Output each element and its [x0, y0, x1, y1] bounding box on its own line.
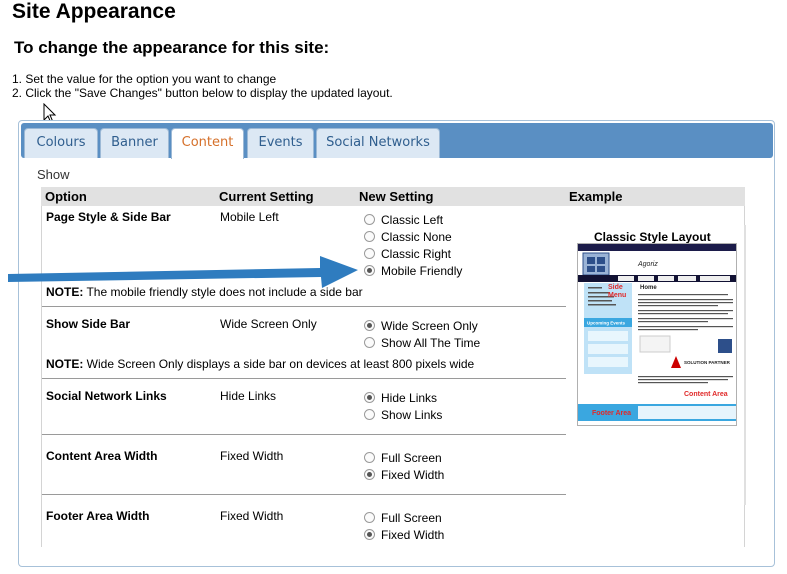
page-subtitle: To change the appearance for this site:: [14, 38, 330, 57]
radio-label: Wide Screen Only: [381, 319, 478, 333]
scrollbar[interactable]: [744, 225, 746, 505]
radio-full-screen[interactable]: Full Screen: [364, 451, 442, 467]
radio-classic-none[interactable]: Classic None: [364, 230, 452, 246]
radio-label: Fixed Width: [381, 528, 445, 542]
preview-footer-area-label: Footer Area: [592, 410, 631, 417]
preview-home-label: Home: [640, 285, 657, 291]
note-text: Wide Screen Only displays a side bar on …: [83, 357, 475, 371]
example-title: Classic Style Layout: [594, 230, 711, 244]
header-current-setting: Current Setting: [219, 189, 314, 204]
option-label: Social Network Links: [46, 389, 167, 403]
tab-colours[interactable]: Colours: [24, 128, 98, 158]
appearance-panel: Colours Banner Content Events Social Net…: [18, 120, 775, 567]
radio-label: Full Screen: [381, 451, 442, 465]
radio-label: Classic None: [381, 230, 452, 244]
current-setting: Hide Links: [220, 389, 277, 403]
radio-circle[interactable]: [364, 469, 375, 481]
preview-partner-label: SOLUTION PARTNER: [684, 360, 731, 365]
page-title: Site Appearance: [12, 0, 176, 23]
radio-fixed-width[interactable]: Fixed Width: [364, 468, 444, 484]
preview-content-area-label: Content Area: [684, 391, 728, 398]
tab-banner[interactable]: Banner: [100, 128, 169, 158]
option-label: Footer Area Width: [46, 509, 150, 523]
radio-full-screen[interactable]: Full Screen: [364, 511, 442, 527]
radio-circle[interactable]: [364, 231, 375, 243]
table-row: Show Side Bar Wide Screen Only Wide Scre…: [42, 307, 566, 379]
preview-side-label: Side: [608, 284, 623, 291]
option-label: Content Area Width: [46, 449, 158, 463]
header-option: Option: [45, 189, 87, 204]
option-label: Page Style & Side Bar: [46, 210, 171, 224]
radio-hide-links[interactable]: Hide Links: [364, 391, 437, 407]
radio-show-links[interactable]: Show Links: [364, 408, 442, 424]
radio-circle[interactable]: [364, 320, 375, 332]
radio-mobile-friendly[interactable]: Mobile Friendly: [364, 264, 462, 280]
radio-label: Classic Right: [381, 247, 452, 261]
option-label: Show Side Bar: [46, 317, 131, 331]
preview-upcoming-label: Upcoming Events: [587, 321, 626, 326]
radio-circle[interactable]: [364, 452, 375, 464]
table-row: Footer Area Width Fixed Width Full Scree…: [42, 495, 566, 547]
radio-label: Show All The Time: [381, 336, 481, 350]
tab-events[interactable]: Events: [247, 128, 314, 158]
radio-circle[interactable]: [364, 265, 375, 277]
radio-show-all-the-time[interactable]: Show All The Time: [364, 336, 480, 352]
pointer-arrow-icon: [8, 256, 358, 288]
radio-circle[interactable]: [364, 529, 375, 541]
radio-circle[interactable]: [364, 392, 375, 404]
current-setting: Mobile Left: [220, 210, 279, 224]
current-setting: Fixed Width: [220, 449, 284, 463]
radio-circle[interactable]: [364, 512, 375, 524]
radio-label: Show Links: [381, 408, 443, 422]
radio-label: Fixed Width: [381, 468, 445, 482]
svg-text:Agoriz: Agoriz: [637, 261, 658, 268]
row-note: NOTE: Wide Screen Only displays a side b…: [46, 357, 474, 371]
preview-menu-label: Menu: [608, 292, 626, 299]
instructions: 1. Set the value for the option you want…: [12, 72, 393, 100]
radio-classic-right[interactable]: Classic Right: [364, 247, 451, 263]
layout-preview-graphic: Agoriz Side Menu Home Upcoming Events SO…: [578, 244, 736, 425]
radio-circle[interactable]: [364, 409, 375, 421]
header-new-setting: New Setting: [359, 189, 434, 204]
tab-social-networks[interactable]: Social Networks: [316, 128, 440, 158]
radio-label: Classic Left: [381, 213, 444, 227]
table-row: Content Area Width Fixed Width Full Scre…: [42, 435, 566, 495]
settings-table: Option Current Setting New Setting Examp…: [41, 187, 746, 547]
tab-content[interactable]: Content: [171, 128, 244, 159]
radio-classic-left[interactable]: Classic Left: [364, 213, 443, 229]
radio-label: Full Screen: [381, 511, 442, 525]
table-row: Social Network Links Hide Links Hide Lin…: [42, 379, 566, 435]
current-setting: Fixed Width: [220, 509, 284, 523]
instruction-step-2: 2. Click the "Save Changes" button below…: [12, 86, 393, 100]
radio-circle[interactable]: [364, 248, 375, 260]
radio-circle[interactable]: [364, 214, 375, 226]
note-label: NOTE:: [46, 357, 84, 371]
table-header: Option Current Setting New Setting Examp…: [41, 187, 745, 206]
radio-label: Hide Links: [381, 391, 438, 405]
radio-fixed-width[interactable]: Fixed Width: [364, 528, 444, 544]
radio-circle[interactable]: [364, 337, 375, 349]
layout-preview-image: Agoriz Side Menu Home Upcoming Events SO…: [577, 243, 737, 426]
instruction-step-1: 1. Set the value for the option you want…: [12, 72, 277, 86]
show-label: Show: [37, 167, 70, 182]
radio-label: Mobile Friendly: [381, 264, 463, 278]
radio-wide-screen-only[interactable]: Wide Screen Only: [364, 319, 478, 335]
current-setting: Wide Screen Only: [220, 317, 317, 331]
tab-bar: Colours Banner Content Events Social Net…: [21, 123, 773, 159]
header-example: Example: [569, 189, 623, 204]
